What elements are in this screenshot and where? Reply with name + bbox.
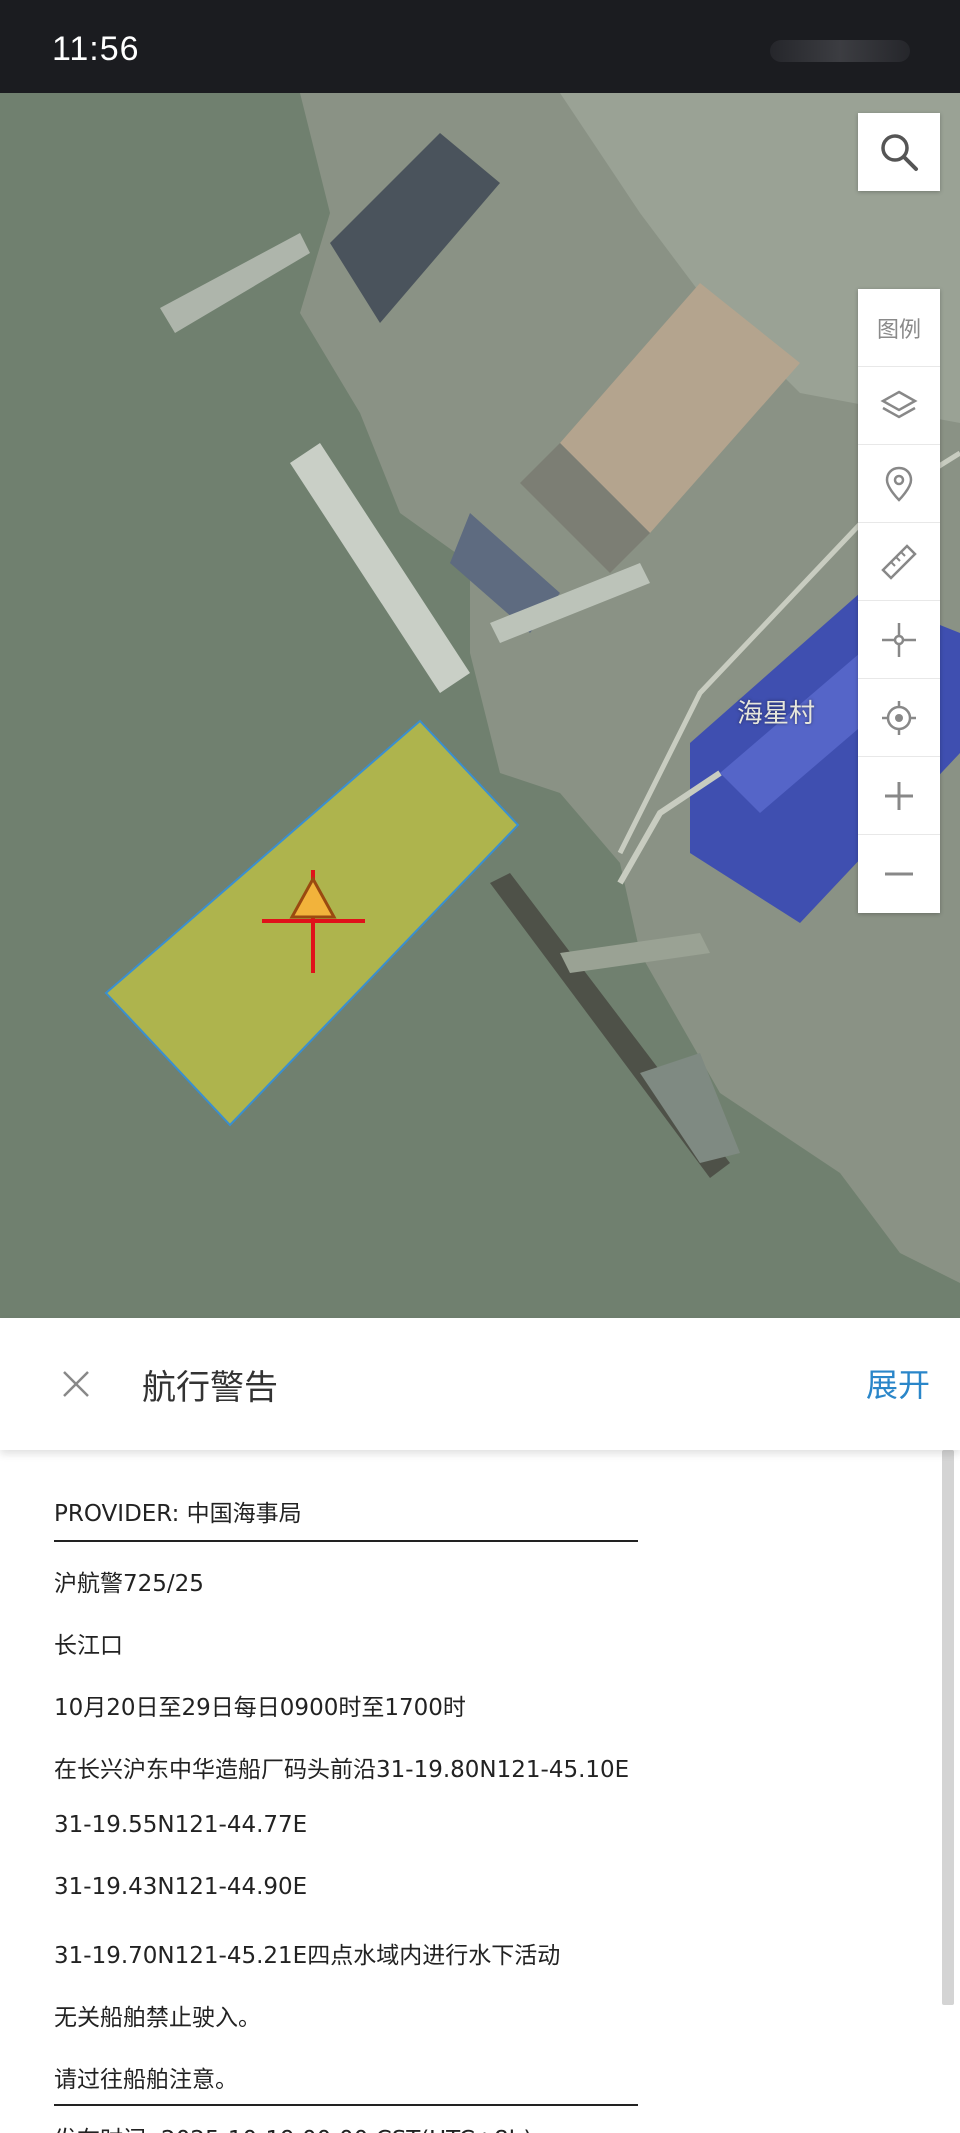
notice-line: 无关船舶禁止驶入。 (54, 2005, 261, 2031)
place-label: 海星村 (737, 699, 816, 729)
point-button[interactable] (858, 601, 940, 679)
notice-line: 长江口 (54, 1633, 123, 1659)
notice-line: 沪航警725/25 (54, 1571, 204, 1597)
map-imagery (0, 93, 960, 1318)
locate-icon (882, 700, 916, 735)
notice-line: 31-19.55N121-44.77E (54, 1812, 308, 1838)
notice-line: 10月20日至29日每日0900时至1700时 (54, 1695, 466, 1721)
ruler-icon (881, 543, 917, 580)
pin-icon (885, 466, 913, 502)
legend-label: 图例 (876, 317, 921, 343)
pin-button[interactable] (858, 445, 940, 523)
sheet-header: 航行警告 展开 (0, 1318, 960, 1450)
notice-line: 请过往船舶注意。 (54, 2067, 238, 2093)
status-icons (770, 40, 910, 62)
notice-content: PROVIDER: 中国海事局 沪航警725/25 长江口 10月20日至29日… (0, 1450, 960, 2133)
close-icon (63, 1371, 89, 1397)
crosshair-icon (882, 622, 916, 657)
notice-line: 31-19.70N121-45.21E四点水域内进行水下活动 (54, 1943, 561, 1969)
status-bar: 11:56 (0, 0, 960, 93)
layers-icon (880, 390, 918, 418)
locate-button[interactable] (858, 679, 940, 757)
provider-line: PROVIDER: 中国海事局 (54, 1501, 302, 1527)
notice-line: 在长兴沪东中华造船厂码头前沿31-19.80N121-45.10E (54, 1757, 630, 1783)
satellite-map[interactable]: 海星村 图例 (0, 93, 960, 1318)
zoom-in-button[interactable] (858, 757, 940, 835)
search-button[interactable] (858, 113, 940, 191)
zoom-out-icon (885, 872, 913, 876)
sheet-title: 航行警告 (142, 1368, 278, 1408)
map-toolbar: 图例 (858, 289, 940, 913)
close-button[interactable] (56, 1364, 96, 1404)
scrollbar[interactable] (942, 1450, 954, 2005)
divider (54, 2104, 638, 2106)
zoom-out-button[interactable] (858, 835, 940, 913)
notice-line: 31-19.43N121-44.90E (54, 1874, 308, 1900)
layers-button[interactable] (858, 367, 940, 445)
divider (54, 1540, 638, 1542)
publish-time: 发布时间: 2025-10-19 00:00 CST(UTC+8h) (54, 2120, 532, 2133)
zoom-in-icon (885, 781, 913, 810)
expand-button[interactable]: 展开 (866, 1360, 930, 1406)
measure-button[interactable] (858, 523, 940, 601)
status-time: 11:56 (52, 30, 140, 68)
search-icon (881, 134, 918, 171)
legend-button[interactable]: 图例 (858, 289, 940, 367)
